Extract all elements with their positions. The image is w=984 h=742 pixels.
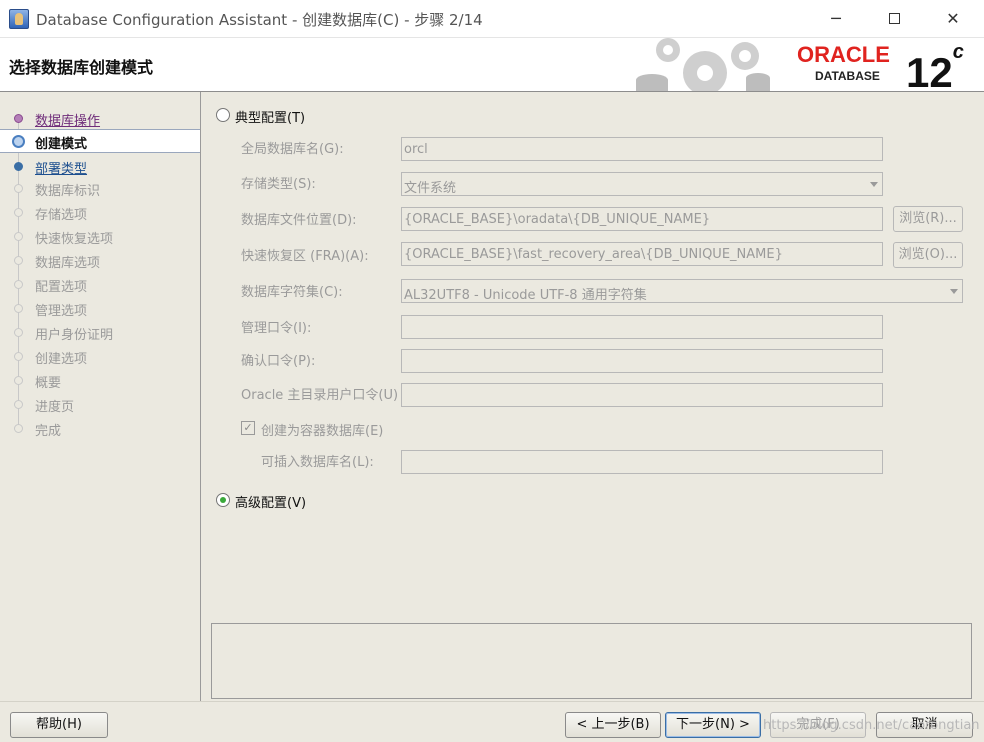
step-indicator-icon (14, 256, 23, 265)
step-deployment-type[interactable]: 部署类型 (0, 155, 200, 179)
global-db-name-label: 全局数据库名(G): (241, 142, 344, 157)
browse-fra-button[interactable]: 浏览(O)... (893, 242, 963, 268)
step-label: 存储选项 (35, 208, 88, 223)
step-label: 数据库操作 (35, 114, 101, 129)
charset-select[interactable]: AL32UTF8 - Unicode UTF-8 通用字符集 (401, 279, 963, 303)
step-management-options: 管理选项 (0, 297, 200, 321)
step-label: 进度页 (35, 400, 75, 415)
version-badge: 12c (906, 41, 964, 98)
storage-type-select[interactable]: 文件系统 (401, 172, 883, 196)
step-configuration-options: 配置选项 (0, 273, 200, 297)
header-banner: 选择数据库创建模式 ORACLE DATABASE 12c (0, 38, 984, 96)
step-indicator-icon (14, 162, 23, 171)
step-database-operation[interactable]: 数据库操作 (0, 107, 200, 131)
fra-label: 快速恢复区 (FRA)(A): (241, 249, 369, 264)
main-content: 典型配置(T) 全局数据库名(G): orcl 存储类型(S): 文件系统 数据… (202, 92, 984, 701)
step-label: 创建模式 (35, 137, 88, 152)
step-indicator-icon (14, 114, 23, 123)
current-step-icon (12, 135, 25, 148)
page-title: 选择数据库创建模式 (9, 58, 154, 77)
step-label: 用户身份证明 (35, 328, 114, 343)
version-suffix: c (952, 41, 964, 63)
confirm-password-field[interactable] (401, 349, 883, 373)
step-label: 部署类型 (35, 162, 88, 177)
step-user-credentials: 用户身份证明 (0, 321, 200, 345)
chevron-down-icon (870, 182, 878, 187)
step-finish: 完成 (0, 417, 200, 441)
step-indicator-icon (14, 424, 23, 433)
step-indicator-icon (14, 400, 23, 409)
step-indicator-icon (14, 376, 23, 385)
step-creation-option: 创建选项 (0, 345, 200, 369)
charset-value: AL32UTF8 - Unicode UTF-8 通用字符集 (404, 288, 647, 303)
message-area (211, 623, 972, 699)
maximize-icon (888, 12, 900, 24)
oracle-home-password-field[interactable] (401, 383, 883, 407)
watermark-text: https://blog.csdn.net/caorongtian (763, 718, 980, 733)
step-label: 概要 (35, 376, 62, 391)
typical-config-radio[interactable] (216, 108, 230, 122)
step-label: 数据库选项 (35, 256, 101, 271)
oracle-logo: ORACLE DATABASE (797, 44, 907, 88)
step-creation-mode[interactable]: 创建模式 (0, 129, 200, 153)
step-label: 完成 (35, 424, 62, 439)
confirm-password-label: 确认口令(P): (241, 354, 316, 369)
window-title: Database Configuration Assistant - 创建数据库… (36, 11, 483, 29)
charset-label: 数据库字符集(C): (241, 285, 343, 300)
step-indicator-icon (14, 352, 23, 361)
step-fast-recovery-option: 快速恢复选项 (0, 225, 200, 249)
step-label: 管理选项 (35, 304, 88, 319)
step-indicator-icon (14, 304, 23, 313)
step-database-identification: 数据库标识 (0, 177, 200, 201)
advanced-config-radio[interactable] (216, 493, 230, 507)
minimize-button[interactable]: ─ (807, 0, 865, 38)
version-number: 12 (906, 49, 953, 96)
container-db-label[interactable]: 创建为容器数据库(E) (261, 420, 383, 439)
app-icon (9, 9, 29, 29)
title-bar: Database Configuration Assistant - 创建数据库… (0, 0, 984, 38)
maximize-button[interactable] (865, 0, 923, 38)
step-sidebar: 数据库操作 创建模式 部署类型 数据库标识 存储选项 快速恢复选项 数据库选项 … (0, 92, 201, 701)
pluggable-db-name-field[interactable] (401, 450, 883, 474)
storage-type-label: 存储类型(S): (241, 177, 316, 192)
oracle-brand: ORACLE (797, 42, 890, 67)
container-db-checkbox[interactable]: ✓ (241, 421, 255, 435)
admin-password-field[interactable] (401, 315, 883, 339)
step-database-options: 数据库选项 (0, 249, 200, 273)
close-button[interactable]: ✕ (924, 0, 982, 38)
oracle-sub: DATABASE (815, 69, 880, 83)
browse-db-location-button[interactable]: 浏览(R)... (893, 206, 963, 232)
global-db-name-field[interactable]: orcl (401, 137, 883, 161)
step-label: 创建选项 (35, 352, 88, 367)
db-file-location-label: 数据库文件位置(D): (241, 213, 357, 228)
help-button[interactable]: 帮助(H) (10, 712, 108, 738)
storage-type-value: 文件系统 (404, 181, 457, 196)
step-storage-option: 存储选项 (0, 201, 200, 225)
step-progress-page: 进度页 (0, 393, 200, 417)
step-indicator-icon (14, 184, 23, 193)
next-button[interactable]: 下一步(N) > (665, 712, 761, 738)
chevron-down-icon (950, 289, 958, 294)
oracle-home-password-label: Oracle 主目录用户口令(U) (241, 388, 399, 403)
footer-bar: 帮助(H) < 上一步(B) 下一步(N) > 完成(F) 取消 https:/… (0, 701, 984, 742)
step-indicator-icon (14, 232, 23, 241)
step-label: 快速恢复选项 (35, 232, 114, 247)
fra-field[interactable]: {ORACLE_BASE}\fast_recovery_area\{DB_UNI… (401, 242, 883, 266)
step-summary: 概要 (0, 369, 200, 393)
typical-config-label[interactable]: 典型配置(T) (235, 107, 305, 126)
back-button[interactable]: < 上一步(B) (565, 712, 661, 738)
step-label: 数据库标识 (35, 184, 101, 199)
db-file-location-field[interactable]: {ORACLE_BASE}\oradata\{DB_UNIQUE_NAME} (401, 207, 883, 231)
advanced-config-label[interactable]: 高级配置(V) (235, 492, 306, 511)
step-indicator-icon (14, 208, 23, 217)
gears-icon (636, 38, 770, 91)
step-indicator-icon (14, 328, 23, 337)
step-label: 配置选项 (35, 280, 88, 295)
admin-password-label: 管理口令(I): (241, 321, 312, 336)
step-indicator-icon (14, 280, 23, 289)
pluggable-db-name-label: 可插入数据库名(L): (261, 455, 374, 470)
